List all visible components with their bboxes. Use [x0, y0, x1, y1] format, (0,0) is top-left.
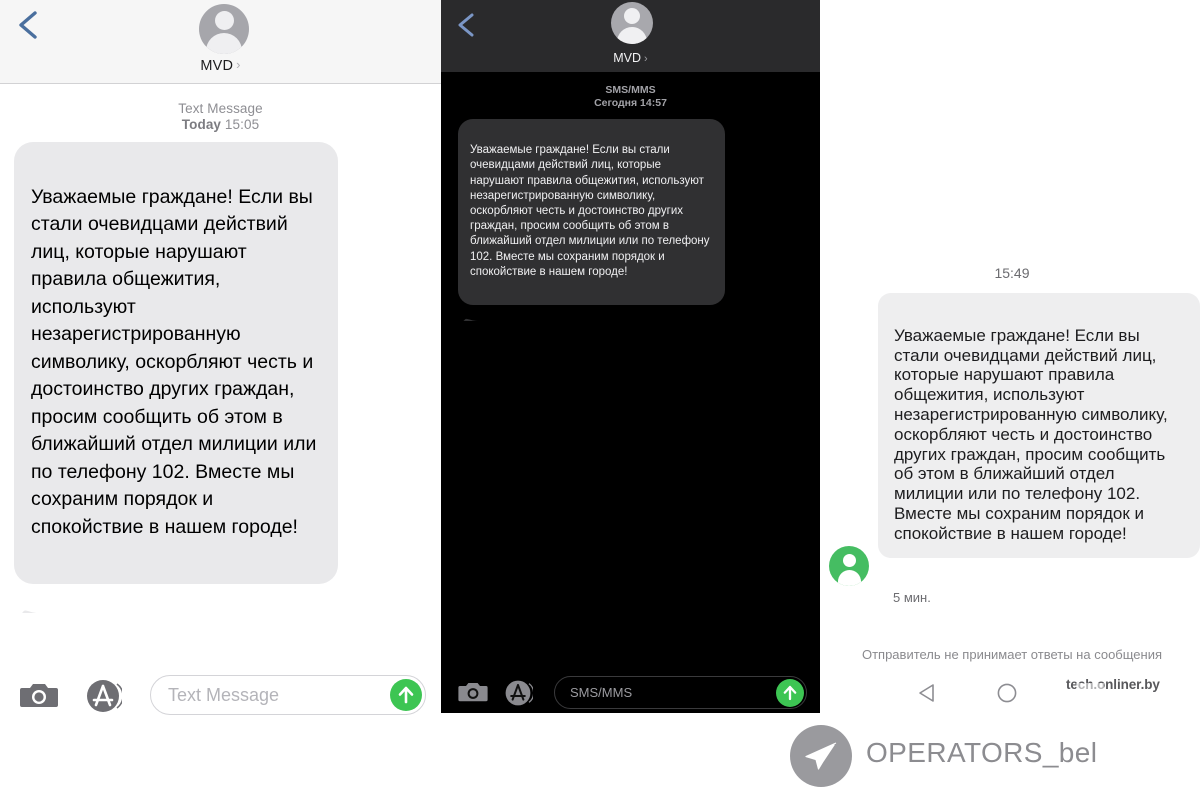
contact-name-label: MVD [613, 51, 642, 65]
message-input-placeholder: Text Message [168, 685, 280, 705]
message-relative-time: 5 мин. [893, 590, 931, 605]
ios-dark-compose-toolbar: SMS/MMS [441, 672, 820, 713]
message-bubble-incoming[interactable]: Уважаемые граждане! Если вы стали очевид… [14, 142, 338, 614]
ios-light-message-meta: Text Message Today 15:05 [0, 101, 441, 133]
camera-icon[interactable] [20, 680, 58, 710]
contact-avatar-icon[interactable] [829, 546, 869, 586]
bubble-tail-icon [21, 567, 39, 614]
app-store-icon[interactable] [86, 678, 124, 714]
message-type-label: SMS/MMS [605, 84, 656, 96]
screenshot-stage: MVD › Text Message Today 15:05 Уважаемые … [0, 0, 1204, 800]
ios-light-navigation-bar: MVD › [0, 0, 441, 84]
message-input-placeholder: SMS/MMS [570, 685, 633, 700]
message-type-label: Text Message [178, 101, 263, 116]
message-text: Уважаемые граждане! Если вы стали очевид… [894, 325, 1168, 543]
send-button[interactable] [390, 679, 422, 711]
chevron-right-icon: › [236, 57, 241, 72]
panel-ios-dark: MVD › SMS/MMS Сегодня 14:57 Уважаемые гра… [441, 0, 820, 713]
message-datetime-label: Сегодня 14:57 [594, 97, 667, 109]
nav-home-circle-icon[interactable] [995, 681, 1019, 705]
ios-dark-message-meta: SMS/MMS Сегодня 14:57 [441, 84, 820, 110]
no-reply-notice: Отправитель не принимает ответы на сообщ… [861, 647, 1163, 662]
contact-avatar-icon[interactable] [199, 4, 249, 54]
source-watermark: tech.onliner.by [1066, 677, 1160, 695]
contact-avatar-icon[interactable] [611, 2, 653, 44]
message-timestamp-separator: 15:49 [994, 265, 1030, 281]
contact-name-label: MVD [200, 58, 234, 74]
telegram-paper-plane-icon [790, 725, 852, 787]
panel-ios-light: MVD › Text Message Today 15:05 Уважаемые … [0, 0, 441, 800]
ios-dark-navigation-bar: MVD › [441, 0, 820, 72]
message-text: Уважаемые граждане! Если вы стали очевид… [470, 144, 710, 278]
message-day-label: Today [181, 117, 222, 132]
message-input-field[interactable]: SMS/MMS [554, 676, 807, 709]
message-time-label: 15:05 [224, 117, 260, 132]
back-chevron-icon[interactable] [12, 8, 46, 42]
chevron-right-icon: › [644, 53, 648, 65]
send-button[interactable] [776, 679, 804, 707]
message-input-field[interactable]: Text Message [150, 675, 426, 715]
ios-light-compose-toolbar: Text Message [0, 672, 441, 724]
camera-icon[interactable] [458, 680, 488, 704]
app-store-icon[interactable] [505, 679, 535, 707]
message-bubble-incoming[interactable]: Уважаемые граждане! Если вы стали очевид… [878, 293, 1200, 558]
back-chevron-icon[interactable] [453, 10, 481, 40]
contact-name-button[interactable]: MVD › [0, 57, 441, 74]
brand-label: OPERATORS_bel [866, 737, 1098, 768]
message-bubble-incoming[interactable]: Уважаемые граждане! Если вы стали очевид… [458, 119, 725, 322]
message-text: Уважаемые граждане! Если вы стали очевид… [31, 185, 317, 538]
nav-back-triangle-icon[interactable] [916, 681, 940, 705]
contact-name-button[interactable]: MVD › [441, 51, 820, 65]
panel-android: 15:49 Уважаемые граждане! Если вы стали … [820, 0, 1204, 713]
bubble-tail-icon [463, 291, 478, 322]
